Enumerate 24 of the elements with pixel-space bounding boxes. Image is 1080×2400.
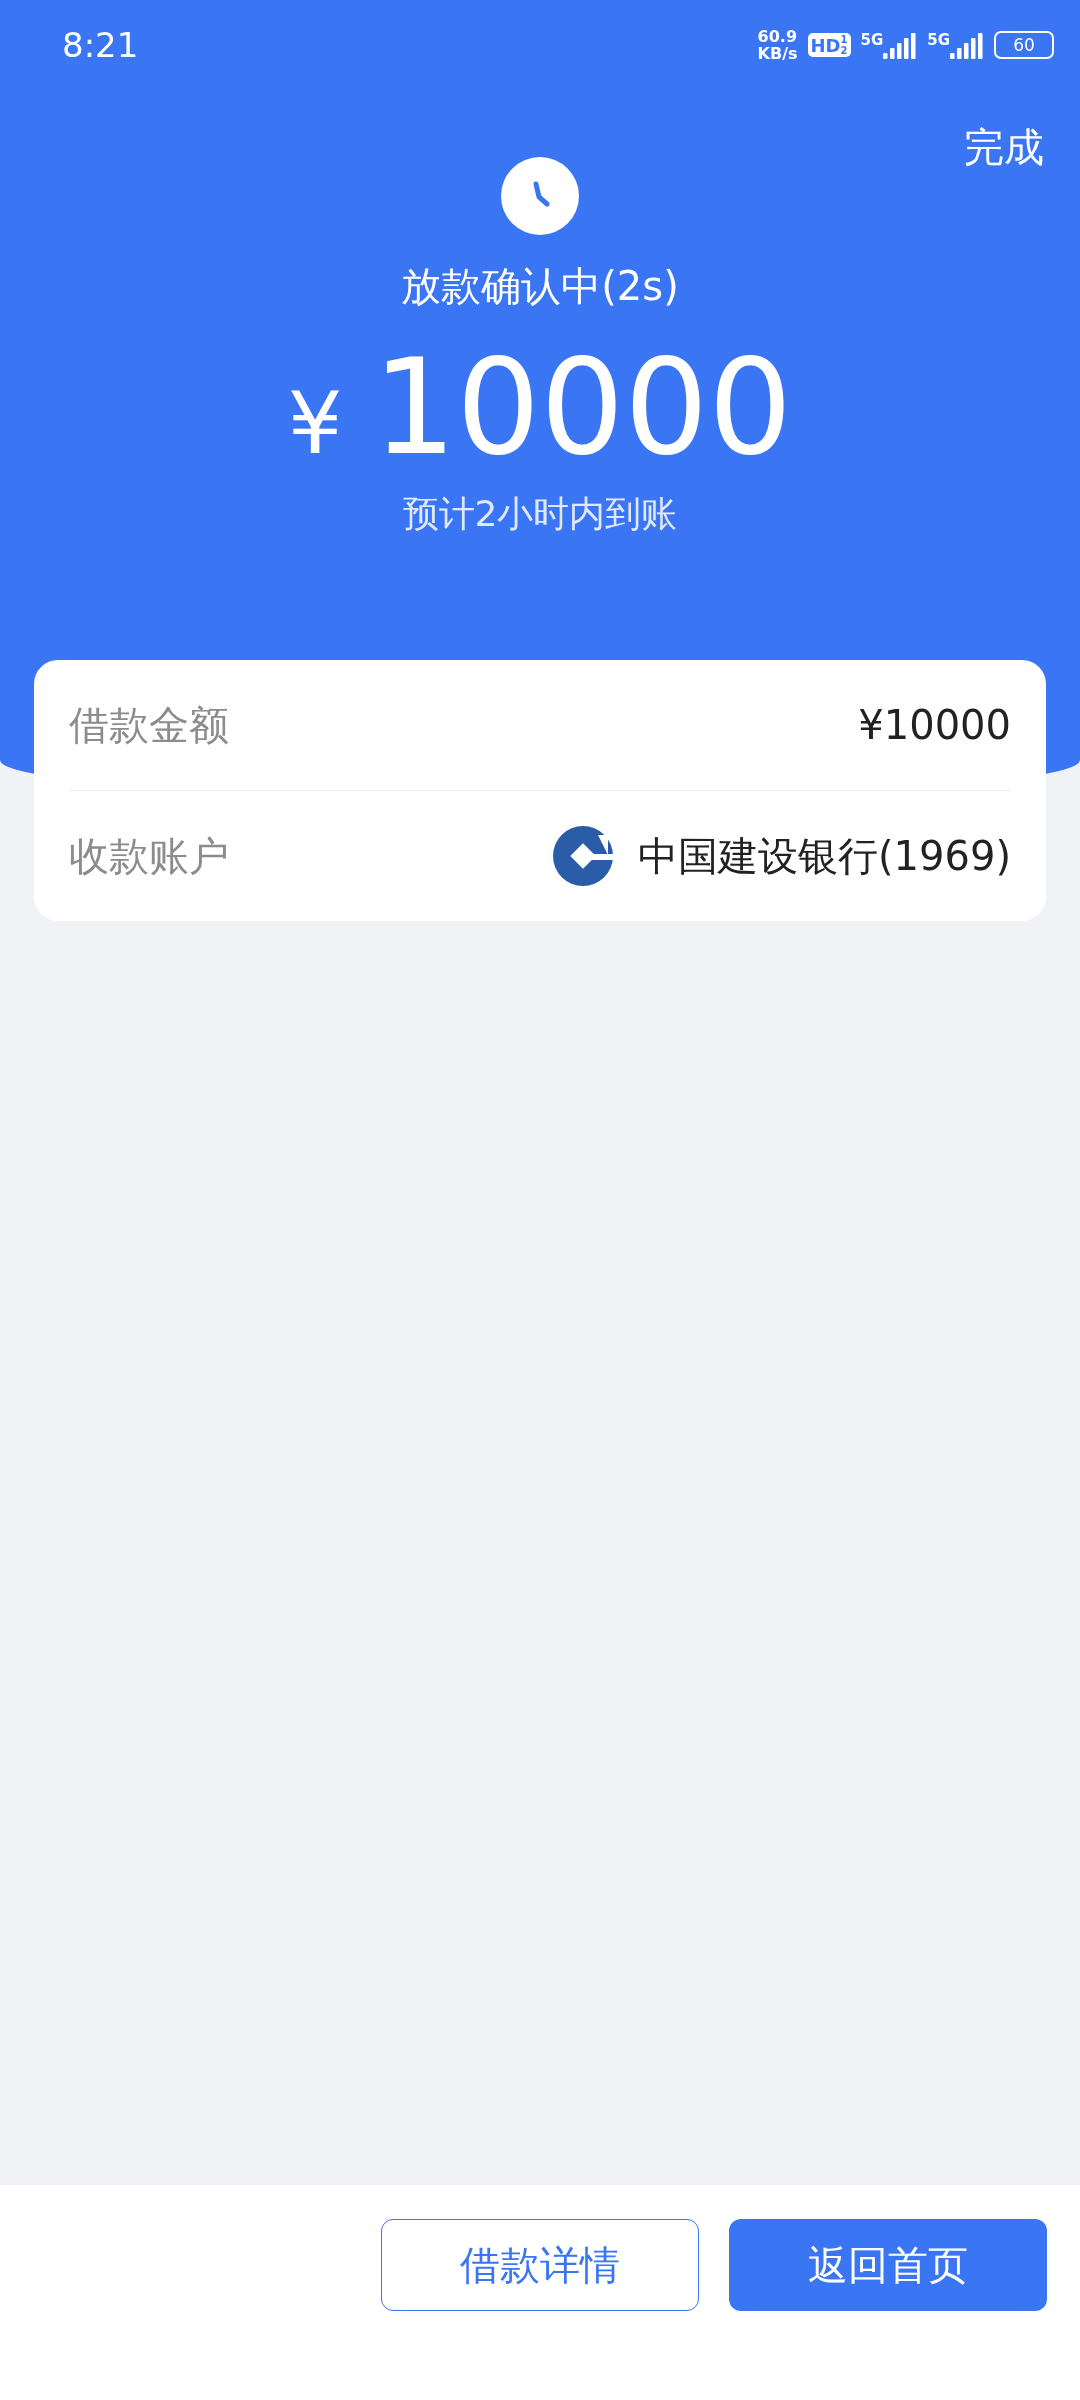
hd-label: HD — [810, 34, 841, 56]
network-type: 5G — [927, 31, 950, 49]
clock-icon — [501, 157, 579, 235]
detail-label: 借款金额 — [69, 700, 229, 750]
battery-level: 60 — [1013, 35, 1035, 55]
home-button[interactable]: 返回首页 — [729, 2219, 1047, 2311]
status-title: 放款确认中(2s) — [401, 262, 679, 311]
detail-value: ¥10000 — [858, 702, 1011, 748]
sim-slot-number: 2 — [840, 45, 848, 56]
network-speed: KB/s — [757, 45, 798, 62]
network-speed: 60.9 — [757, 28, 798, 45]
bank-logo-icon — [552, 825, 614, 887]
amount-text: 10000 — [372, 330, 793, 484]
status-time: 8:21 — [62, 25, 139, 65]
sim-slot-number: 1 — [840, 34, 848, 45]
currency-symbol: ¥ — [287, 373, 343, 473]
signal-icon — [950, 31, 984, 59]
details-button[interactable]: 借款详情 — [381, 2219, 699, 2311]
signal-icon — [883, 31, 918, 59]
arrival-estimate: 预计2小时内到账 — [402, 492, 678, 536]
detail-label: 收款账户 — [69, 831, 229, 881]
account-name: 中国建设银行(1969) — [638, 831, 1011, 881]
network-type: 5G — [860, 31, 884, 49]
done-button[interactable]: 完成 — [964, 120, 1044, 175]
